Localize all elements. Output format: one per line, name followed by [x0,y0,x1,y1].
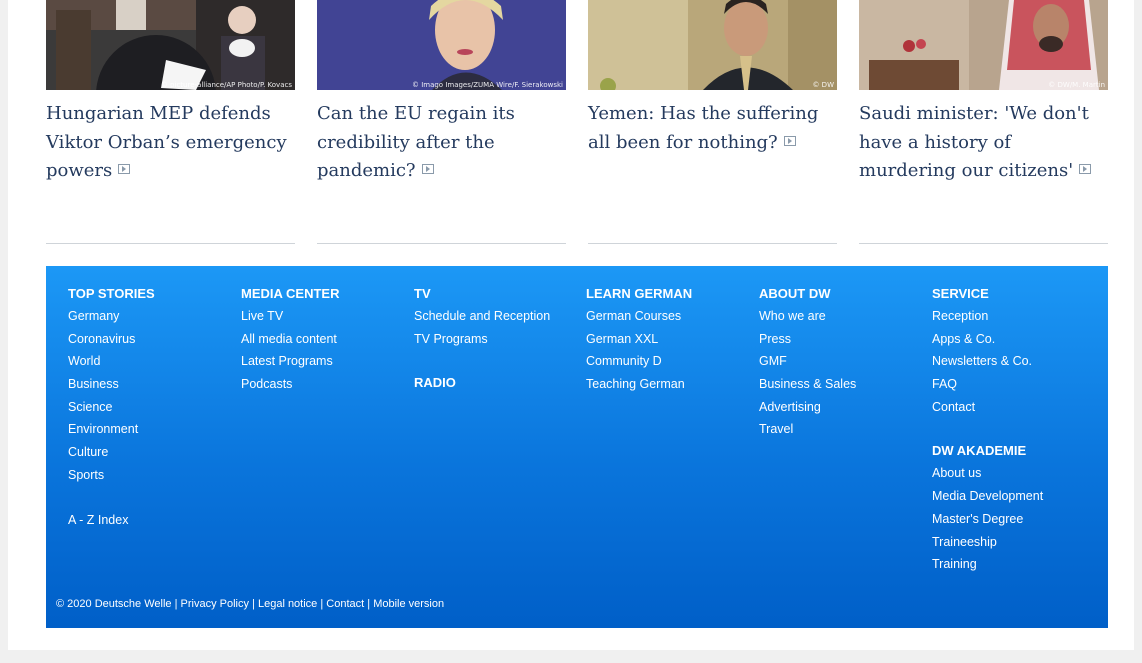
photo-credit: © picture-alliance/AP Photo/P. Kovacs [160,81,292,89]
footer-link[interactable]: World [68,353,155,376]
footer-link[interactable]: All media content [241,331,339,354]
footer-column-about-dw: ABOUT DW Who we are Press GMF Business &… [759,286,856,444]
article-teaser[interactable]: © DW/M. Martin Saudi minister: 'We don't… [859,0,1108,245]
footer-link[interactable]: Schedule and Reception [414,308,550,331]
footer-link[interactable]: Reception [932,308,1043,331]
footer-column-top-stories: TOP STORIES Germany Coronavirus World Bu… [68,286,155,534]
footer-link[interactable]: Live TV [241,308,339,331]
footer-link[interactable]: Travel [759,421,856,444]
footer-link[interactable]: Contact [932,399,1043,422]
play-video-icon [783,135,796,146]
footer-heading-tv[interactable]: TV [414,286,550,308]
footer-link[interactable]: Teaching German [586,376,692,399]
article-thumbnail[interactable]: © DW [588,0,837,90]
footer-heading-media-center[interactable]: MEDIA CENTER [241,286,339,308]
article-thumbnail[interactable]: © picture-alliance/AP Photo/P. Kovacs [46,0,295,90]
footer-link[interactable]: Coronavirus [68,331,155,354]
portrait-photo [317,0,566,90]
footer-column-learn-german: LEARN GERMAN German Courses German XXL C… [586,286,692,399]
footer-link[interactable]: Business & Sales [759,376,856,399]
footer-link[interactable]: About us [932,465,1043,488]
separator: | [252,598,255,610]
article-headline[interactable]: Hungarian MEP defends Viktor Orban’s eme… [46,100,295,186]
article-teaser-row: © picture-alliance/AP Photo/P. Kovacs Hu… [46,0,1108,245]
footer-link[interactable]: Traineeship [932,534,1043,557]
footer-heading-top-stories[interactable]: TOP STORIES [68,286,155,308]
interview-photo [859,0,1108,90]
footer-link[interactable]: Business [68,376,155,399]
separator: | [367,598,371,610]
footer-link[interactable]: Culture [68,444,155,467]
page: © picture-alliance/AP Photo/P. Kovacs Hu… [8,0,1134,650]
footer-column-service: SERVICE Reception Apps & Co. Newsletters… [932,286,1043,579]
divider [588,243,837,244]
legal-notice-link[interactable]: Legal notice [258,598,317,610]
footer-link[interactable]: Training [932,556,1043,579]
footer-link[interactable]: Podcasts [241,376,339,399]
article-teaser[interactable]: © DW Yemen: Has the suffering all been f… [588,0,837,245]
footer-link[interactable]: Advertising [759,399,856,422]
footer-link[interactable]: Press [759,331,856,354]
footer-link[interactable]: Media Development [932,488,1043,511]
play-video-icon [1079,164,1092,174]
footer-heading-service[interactable]: SERVICE [932,286,1043,308]
footer-column-media-center: MEDIA CENTER Live TV All media content L… [241,286,339,399]
interview-photo [588,0,837,90]
footer-link[interactable]: Apps & Co. [932,331,1043,354]
footer-link[interactable]: Who we are [759,308,856,331]
article-headline[interactable]: Saudi minister: 'We don't have a history… [859,100,1108,186]
article-thumbnail[interactable]: © Imago Images/ZUMA Wire/F. Sierakowski [317,0,566,90]
article-teaser[interactable]: © picture-alliance/AP Photo/P. Kovacs Hu… [46,0,295,245]
divider [46,243,295,244]
article-teaser[interactable]: © Imago Images/ZUMA Wire/F. Sierakowski … [317,0,566,245]
footer-column-tv: TV Schedule and Reception TV Programs RA… [414,286,550,397]
copyright-text: © 2020 Deutsche Welle [56,598,172,610]
play-video-icon [118,164,131,174]
footer-heading-learn-german[interactable]: LEARN GERMAN [586,286,692,308]
footer-link[interactable]: TV Programs [414,331,550,354]
divider [859,243,1108,244]
footer-heading-about-dw[interactable]: ABOUT DW [759,286,856,308]
footer-link[interactable]: Newsletters & Co. [932,353,1043,376]
divider [317,243,566,244]
photo-credit: © DW [812,81,834,89]
footer-link[interactable]: Science [68,399,155,422]
mobile-version-link[interactable]: Mobile version [373,598,444,610]
footer-link[interactable]: German XXL [586,331,692,354]
article-headline[interactable]: Yemen: Has the suffering all been for no… [588,100,837,157]
footer-link[interactable]: FAQ [932,376,1043,399]
photo-credit: © DW/M. Martin [1048,81,1105,89]
footer-link[interactable]: Community D [586,353,692,376]
footer-link[interactable]: German Courses [586,308,692,331]
article-headline[interactable]: Can the EU regain its credibility after … [317,100,566,186]
privacy-policy-link[interactable]: Privacy Policy [181,598,249,610]
footer-legal-bar: © 2020 Deutsche Welle | Privacy Policy |… [56,598,444,610]
footer-link[interactable]: GMF [759,353,856,376]
footer-link[interactable]: Latest Programs [241,353,339,376]
footer-link[interactable]: Sports [68,467,155,490]
photo-credit: © Imago Images/ZUMA Wire/F. Sierakowski [411,81,563,89]
separator: | [174,598,178,610]
footer-heading-dw-akademie[interactable]: DW AKADEMIE [932,443,1043,465]
site-footer: TOP STORIES Germany Coronavirus World Bu… [46,266,1108,628]
footer-link[interactable]: Germany [68,308,155,331]
footer-link[interactable]: Master's Degree [932,511,1043,534]
play-video-icon [421,164,434,174]
parliament-photo [46,0,295,90]
contact-link[interactable]: Contact [326,598,364,610]
article-thumbnail[interactable]: © DW/M. Martin [859,0,1108,90]
separator: | [320,598,324,610]
footer-heading-radio[interactable]: RADIO [414,375,550,397]
az-index-link[interactable]: A - Z Index [68,512,155,535]
footer-link[interactable]: Environment [68,421,155,444]
